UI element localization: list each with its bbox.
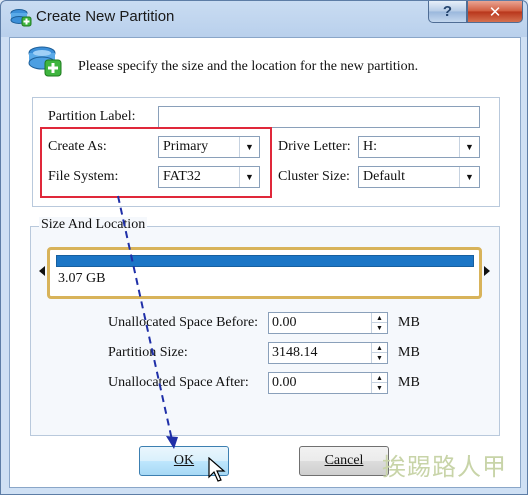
unit-label: MB: [398, 375, 420, 390]
unalloc-after-caption: Unallocated Space After:: [108, 375, 249, 390]
partition-label-caption: Partition Label:: [48, 109, 136, 124]
unalloc-before-value: 0.00: [272, 315, 297, 330]
dropdown-arrow-icon[interactable]: ▼: [459, 167, 479, 187]
help-button[interactable]: ?: [428, 1, 467, 23]
cancel-button-label: Cancel: [324, 453, 364, 468]
drive-letter-caption: Drive Letter:: [278, 139, 351, 154]
mouse-cursor-icon: [208, 457, 226, 482]
watermark-text: 挨踢路人甲: [382, 453, 507, 481]
partition-size-value: 3148.14: [272, 345, 318, 360]
partition-size-caption: Partition Size:: [108, 345, 188, 360]
spin-up-icon[interactable]: ▲: [372, 313, 387, 323]
window-title: Create New Partition: [36, 8, 175, 25]
drive-letter-select[interactable]: H: ▼: [358, 136, 480, 158]
partition-add-icon: [10, 9, 32, 27]
partition-size-stepper[interactable]: ▲ ▼: [371, 343, 387, 363]
unalloc-before-stepper[interactable]: ▲ ▼: [371, 313, 387, 333]
cluster-size-select[interactable]: Default ▼: [358, 166, 480, 188]
spin-up-icon[interactable]: ▲: [372, 343, 387, 353]
unalloc-after-stepper[interactable]: ▲ ▼: [371, 373, 387, 393]
unalloc-after-value: 0.00: [272, 375, 297, 390]
bar-right-handle-icon[interactable]: [484, 266, 490, 276]
unit-label: MB: [398, 345, 420, 360]
cluster-size-value: Default: [363, 169, 405, 184]
partition-bar-fill[interactable]: [56, 255, 474, 267]
close-button[interactable]: ✕: [467, 1, 523, 23]
spin-down-icon[interactable]: ▼: [372, 383, 387, 393]
spin-up-icon[interactable]: ▲: [372, 373, 387, 383]
drive-letter-value: H:: [363, 139, 377, 154]
unalloc-before-input[interactable]: 0.00 ▲ ▼: [268, 312, 388, 334]
dropdown-arrow-icon[interactable]: ▼: [459, 137, 479, 157]
unalloc-before-caption: Unallocated Space Before:: [108, 315, 259, 330]
unalloc-after-input[interactable]: 0.00 ▲ ▼: [268, 372, 388, 394]
spin-down-icon[interactable]: ▼: [372, 323, 387, 333]
cluster-size-caption: Cluster Size:: [278, 169, 350, 184]
partition-size-text: 3.07 GB: [58, 271, 106, 286]
partition-bar[interactable]: 3.07 GB: [47, 247, 482, 299]
instruction-text: Please specify the size and the location…: [78, 59, 419, 74]
bar-left-handle-icon[interactable]: [39, 266, 45, 276]
highlight-box: [40, 127, 272, 198]
ok-button-label: OK: [173, 453, 195, 468]
unit-label: MB: [398, 315, 420, 330]
partition-size-input[interactable]: 3148.14 ▲ ▼: [268, 342, 388, 364]
size-location-label: Size And Location: [39, 217, 148, 233]
partition-label-input[interactable]: [158, 106, 480, 128]
partition-add-icon: [28, 46, 62, 77]
spin-down-icon[interactable]: ▼: [372, 353, 387, 363]
cancel-button[interactable]: Cancel: [299, 446, 389, 476]
